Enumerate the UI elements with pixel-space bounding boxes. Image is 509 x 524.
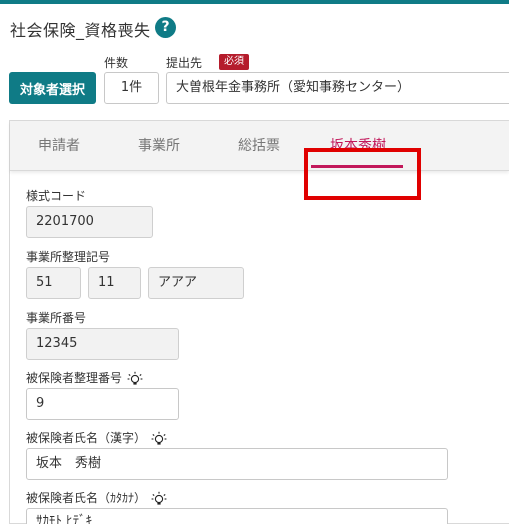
office-number-label: 事業所番号 (26, 311, 87, 325)
tab-office[interactable]: 事業所 (138, 135, 180, 155)
count-label: 件数 (104, 56, 129, 70)
tab-applicant[interactable]: 申請者 (38, 135, 80, 155)
office-number-field: 12345 (26, 328, 179, 360)
required-badge: 必須 (219, 54, 249, 70)
insured-ref-input[interactable]: 9 (26, 388, 179, 420)
office-ref-part3-field: アアア (148, 267, 244, 299)
count-display: 1件 (104, 72, 159, 104)
office-ref-part2-field: 11 (88, 267, 141, 299)
tab-summary[interactable]: 総括票 (238, 135, 280, 155)
style-code-label: 様式コード (26, 189, 87, 203)
insured-ref-label: 被保険者整理番号 (26, 371, 123, 385)
lightbulb-icon[interactable] (151, 431, 167, 447)
insured-name-kana-label: 被保険者氏名（ｶﾀｶﾅ） (26, 491, 147, 505)
select-target-button[interactable]: 対象者選択 (9, 72, 96, 104)
insured-name-kanji-input[interactable]: 坂本 秀樹 (26, 448, 448, 480)
insured-name-kanji-label: 被保険者氏名（漢字） (26, 431, 147, 445)
help-icon[interactable]: ? (155, 17, 176, 38)
tab-bar: 申請者 事業所 総括票 坂本秀樹 (10, 121, 509, 171)
lightbulb-icon[interactable] (127, 371, 143, 387)
page-title: 社会保険_資格喪失 (10, 21, 151, 40)
insured-name-kanji-row: 被保険者氏名（漢字） (26, 429, 167, 447)
lightbulb-icon[interactable] (151, 491, 167, 507)
office-ref-part1-field: 51 (26, 267, 81, 299)
style-code-field: 2201700 (26, 206, 153, 238)
destination-select[interactable]: 大曽根年金事務所（愛知事務センター） (166, 72, 509, 104)
insured-name-kana-row: 被保険者氏名（ｶﾀｶﾅ） (26, 489, 167, 507)
office-ref-label: 事業所整理記号 (26, 250, 111, 264)
highlight-annotation-box (304, 148, 421, 200)
insured-name-kana-input[interactable]: ｻｶﾓﾄ ﾋﾃﾞｷ (26, 508, 448, 524)
destination-label: 提出先 (166, 56, 203, 70)
insured-ref-row: 被保険者整理番号 (26, 369, 143, 387)
top-accent-bar (0, 0, 509, 4)
